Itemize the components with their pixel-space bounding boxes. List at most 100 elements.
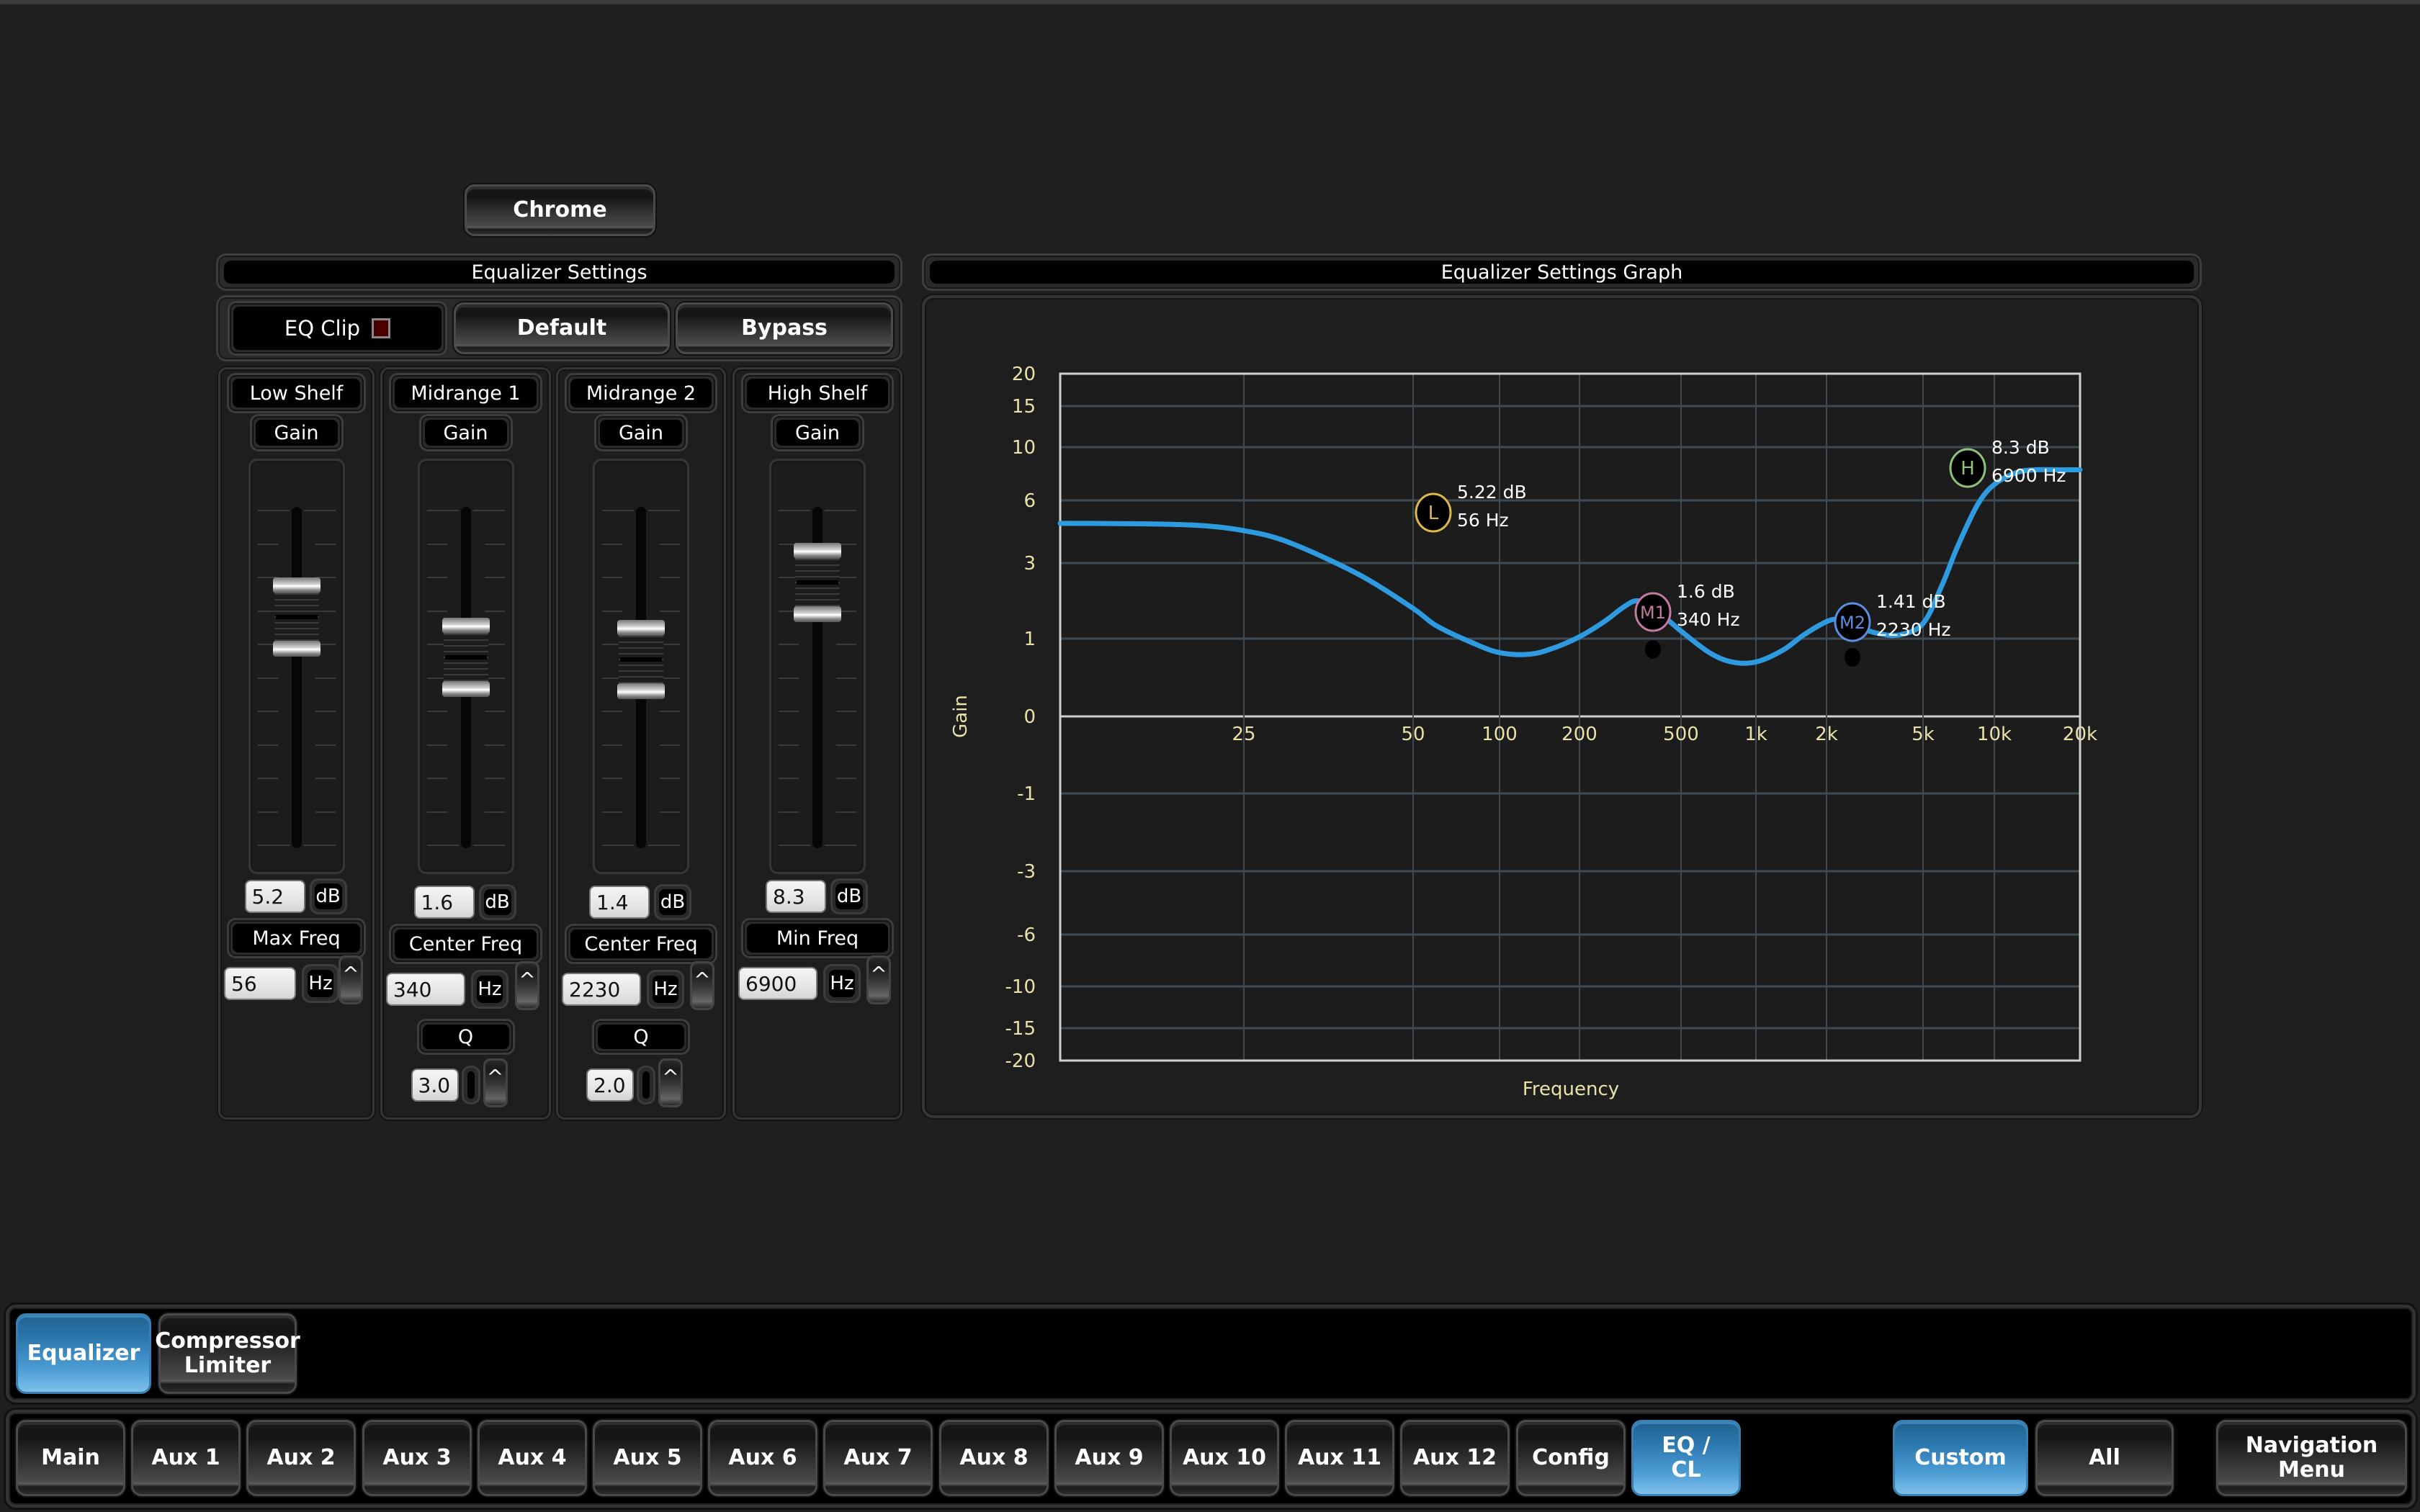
bus-button-aux-9[interactable]: Aux 9 [1054, 1420, 1164, 1496]
fader-tick [660, 610, 680, 612]
y-tick-label: -15 [1005, 1018, 1036, 1040]
fader-tick [472, 845, 505, 846]
fader-handle-low-shelf[interactable] [272, 577, 321, 657]
processor-tab-equalizer[interactable]: Equalizer [16, 1313, 151, 1394]
default-button[interactable]: Default [454, 302, 670, 354]
bus-button-aux-4[interactable]: Aux 4 [478, 1420, 587, 1496]
gain-value-input-midrange-2[interactable]: 1.4 [589, 886, 650, 919]
fader-tick [825, 510, 856, 511]
bus-button-aux-3[interactable]: Aux 3 [362, 1420, 472, 1496]
gain-label-midrange-1: Gain [418, 414, 513, 451]
eq-graph[interactable]: 2015106310-1-3-6-10-15-2025 50 100 200 500 1k… [922, 295, 2202, 1118]
gain-fader-high-shelf[interactable] [769, 459, 866, 874]
freq-value-input-low-shelf[interactable]: 56 [224, 967, 296, 1000]
band-name-label: High Shelf [747, 379, 888, 408]
fader-tick [836, 711, 856, 712]
freq-stepper-low-shelf[interactable]: ^ [339, 955, 363, 1004]
fader-tick [779, 778, 799, 779]
chrome-button[interactable]: Chrome [465, 184, 655, 236]
fader-tick [426, 744, 447, 746]
gain-label-midrange-2: Gain [594, 414, 688, 451]
q-stepper-midrange-1[interactable]: ^ [483, 1058, 508, 1107]
x-tick-label: 50 [1401, 724, 1425, 745]
fader-tick [660, 811, 680, 813]
gain-fader-low-shelf[interactable] [248, 459, 345, 874]
fader-tick [472, 510, 505, 511]
q-value-input-midrange-1[interactable]: 3.0 [411, 1068, 459, 1102]
freq-value-input-high-shelf[interactable]: 6900 [738, 967, 817, 1000]
eq-clip-label: EQ Clip [284, 316, 361, 341]
chrome-button-label: Chrome [513, 197, 607, 222]
bus-button-label: Aux 11 [1297, 1444, 1382, 1470]
fader-handle-midrange-1[interactable] [442, 617, 490, 697]
x-tick-label: 100 [1482, 724, 1518, 745]
fader-tick [660, 711, 680, 712]
fader-tick [303, 510, 336, 511]
eq-graph-header: Equalizer Settings Graph [922, 253, 2202, 291]
fader-tick [602, 543, 622, 545]
fader-tick [484, 610, 505, 612]
fader-tick [426, 711, 447, 712]
freq-stepper-midrange-2[interactable]: ^ [690, 961, 714, 1010]
marker-dot-m1[interactable] [1645, 640, 1661, 659]
bus-button-aux-2[interactable]: Aux 2 [246, 1420, 356, 1496]
eq-graph-title: Equalizer Settings Graph [930, 261, 2194, 284]
fader-tick [257, 677, 278, 679]
fader-tick [602, 577, 622, 578]
fader-tick [426, 577, 447, 578]
fader-handle-high-shelf[interactable] [794, 542, 841, 622]
fader-tick [315, 543, 336, 545]
gain-value-input-high-shelf[interactable]: 8.3 [766, 880, 826, 913]
eq-clip-led [372, 318, 391, 338]
bus-button-aux-11[interactable]: Aux 11 [1285, 1420, 1394, 1496]
fader-tick [257, 744, 278, 746]
gain-unit-low-shelf: dB [309, 878, 347, 914]
navigation-menu-button[interactable]: Navigation Menu [2216, 1420, 2407, 1496]
bus-button-config[interactable]: Config [1516, 1420, 1626, 1496]
processor-tab-compressor-limiter[interactable]: Compressor Limiter [155, 1313, 300, 1394]
freq-stepper-high-shelf[interactable]: ^ [866, 955, 891, 1004]
gain-value-input-low-shelf[interactable]: 5.2 [244, 880, 305, 913]
bus-button-aux-7[interactable]: Aux 7 [823, 1420, 933, 1496]
bypass-button[interactable]: Bypass [676, 302, 893, 354]
all-button[interactable]: All [2035, 1420, 2174, 1496]
top-border [0, 0, 2420, 4]
bus-button-main[interactable]: Main [16, 1420, 125, 1496]
fader-tick [648, 845, 680, 846]
bus-button-label: Main [41, 1444, 100, 1470]
gain-label: Gain [255, 420, 338, 446]
bus-button-aux-1[interactable]: Aux 1 [131, 1420, 241, 1496]
fader-tick [257, 811, 278, 813]
fader-handle-midrange-2[interactable] [617, 619, 665, 699]
fader-tick [602, 744, 622, 746]
freq-value-input-midrange-2[interactable]: 2230 [562, 973, 641, 1006]
fader-tick [836, 778, 856, 779]
freq-unit-midrange-2: Hz [647, 970, 684, 1009]
fader-tick [660, 577, 680, 578]
bus-button-aux-12[interactable]: Aux 12 [1400, 1420, 1510, 1496]
bus-button-aux-8[interactable]: Aux 8 [939, 1420, 1049, 1496]
gain-unit-midrange-2: dB [654, 884, 691, 920]
processor-tab-label: Compressor Limiter [155, 1328, 300, 1378]
fader-tick [315, 744, 336, 746]
q-value-input-midrange-2[interactable]: 2.0 [586, 1068, 634, 1102]
bus-button-label: Aux 5 [613, 1444, 682, 1470]
bus-button-aux-6[interactable]: Aux 6 [708, 1420, 817, 1496]
q-stepper-midrange-2[interactable]: ^ [658, 1058, 683, 1107]
fader-tick [602, 510, 634, 511]
q-label-midrange-1: Q [416, 1019, 515, 1055]
q-label-midrange-2: Q [592, 1019, 690, 1055]
bus-button-aux-5[interactable]: Aux 5 [593, 1420, 702, 1496]
freq-stepper-midrange-1[interactable]: ^ [515, 961, 539, 1010]
gain-value-input-midrange-1[interactable]: 1.6 [413, 886, 475, 919]
fader-tick [602, 845, 634, 846]
bus-button-aux-10[interactable]: Aux 10 [1170, 1420, 1279, 1496]
fader-track [291, 507, 302, 848]
custom-button[interactable]: Custom [1893, 1420, 2028, 1496]
fader-tick [779, 744, 799, 746]
bus-button-eq-cl[interactable]: EQ / CL [1631, 1420, 1741, 1496]
freq-value-input-midrange-1[interactable]: 340 [386, 973, 465, 1006]
fader-tick [257, 510, 290, 511]
fader-tick [825, 845, 856, 846]
marker-dot-m2[interactable] [1845, 648, 1860, 667]
